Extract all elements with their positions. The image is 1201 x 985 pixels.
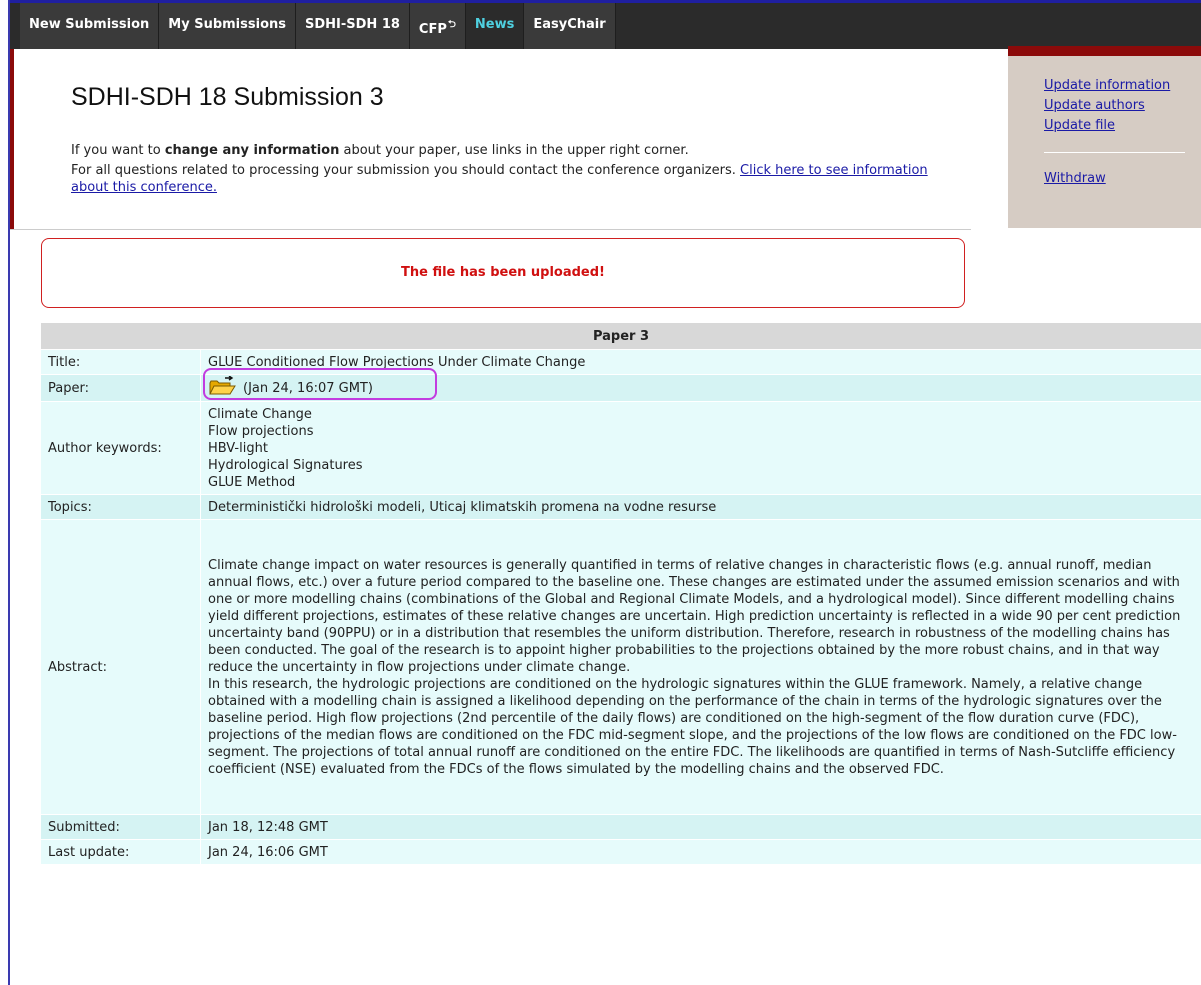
- abstract-row: Abstract: Climate change impact on water…: [41, 519, 1201, 815]
- last-update-row: Last update: Jan 24, 16:06 GMT: [41, 839, 1201, 865]
- paper-details-table: Paper 3 Title: GLUE Conditioned Flow Pro…: [41, 323, 1201, 865]
- topics-label: Topics:: [41, 494, 201, 520]
- contact-line: For all questions related to processing …: [71, 162, 951, 196]
- keywords-row: Author keywords: Climate Change Flow pro…: [41, 401, 1201, 495]
- tab-cfp[interactable]: CFP⮌: [409, 3, 466, 49]
- title-row: Title: GLUE Conditioned Flow Projections…: [41, 349, 1201, 375]
- tab-news[interactable]: News: [465, 3, 525, 49]
- submitted-label: Submitted:: [41, 814, 201, 840]
- keyword-item: HBV-light: [208, 440, 268, 456]
- abstract-paragraph: In this research, the hydrologic project…: [208, 677, 1177, 777]
- submitted-row: Submitted: Jan 18, 12:48 GMT: [41, 814, 1201, 840]
- keywords-value: Climate Change Flow projections HBV-ligh…: [200, 401, 1201, 495]
- keywords-label: Author keywords:: [41, 401, 201, 495]
- intro-suffix: about your paper, use links in the upper…: [339, 143, 689, 158]
- tab-conference[interactable]: SDHI-SDH 18: [296, 3, 410, 49]
- folder-open-icon[interactable]: [208, 374, 236, 401]
- top-navigation-bar: New Submission My Submissions SDHI-SDH 1…: [10, 0, 1201, 49]
- abstract-label: Abstract:: [41, 519, 201, 815]
- page-title: SDHI-SDH 18 Submission 3: [71, 83, 384, 111]
- withdraw-link[interactable]: Withdraw: [1044, 169, 1201, 189]
- abstract-value: Climate change impact on water resources…: [200, 519, 1201, 815]
- intro-text: If you want to change any information ab…: [71, 142, 951, 199]
- update-authors-link[interactable]: Update authors: [1044, 96, 1201, 116]
- paper-table-heading: Paper 3: [41, 323, 1201, 350]
- paper-row: Paper: (Jan 24, 16:07 GMT): [41, 367, 1201, 402]
- submitted-value: Jan 18, 12:48 GMT: [200, 814, 1201, 840]
- side-menu-accent-bar: [1008, 46, 1201, 56]
- topics-row: Topics: Deterministički hidrološki model…: [41, 494, 1201, 520]
- keyword-item: GLUE Method: [208, 474, 296, 490]
- keyword-item: Climate Change: [208, 406, 312, 422]
- paper-file-entry: (Jan 24, 16:07 GMT): [203, 367, 1194, 401]
- update-information-link[interactable]: Update information: [1044, 76, 1201, 96]
- contact-text: For all questions related to processing …: [71, 163, 741, 178]
- last-update-value: Jan 24, 16:06 GMT: [200, 839, 1201, 865]
- intro-prefix: If you want to: [71, 143, 165, 158]
- tab-easychair[interactable]: EasyChair: [524, 3, 616, 49]
- cfp-return-icon: ⮌: [447, 19, 456, 30]
- paper-value-cell: (Jan 24, 16:07 GMT): [200, 367, 1201, 402]
- last-update-label: Last update:: [41, 839, 201, 865]
- side-menu: Update information Update authors Update…: [1008, 56, 1201, 228]
- side-menu-divider: [1044, 152, 1185, 153]
- intro-line: If you want to change any information ab…: [71, 142, 951, 159]
- title-value: GLUE Conditioned Flow Projections Under …: [200, 349, 1201, 375]
- keyword-item: Hydrological Signatures: [208, 457, 363, 473]
- update-file-link[interactable]: Update file: [1044, 116, 1201, 136]
- paper-upload-time: (Jan 24, 16:07 GMT): [243, 380, 373, 396]
- keyword-item: Flow projections: [208, 423, 314, 439]
- abstract-paragraph: Climate change impact on water resources…: [208, 558, 1181, 675]
- paper-label: Paper:: [41, 374, 201, 402]
- tab-cfp-label: CFP: [418, 22, 447, 37]
- intro-bold: change any information: [164, 143, 340, 158]
- topics-value: Deterministički hidrološki modeli, Utica…: [200, 494, 1201, 520]
- header-divider: [10, 229, 971, 230]
- upload-success-message: The file has been uploaded!: [41, 238, 965, 308]
- title-label: Title:: [41, 349, 201, 375]
- tab-my-submissions[interactable]: My Submissions: [159, 3, 296, 49]
- header-accent-bar: [10, 49, 14, 229]
- tab-new-submission[interactable]: New Submission: [20, 3, 160, 49]
